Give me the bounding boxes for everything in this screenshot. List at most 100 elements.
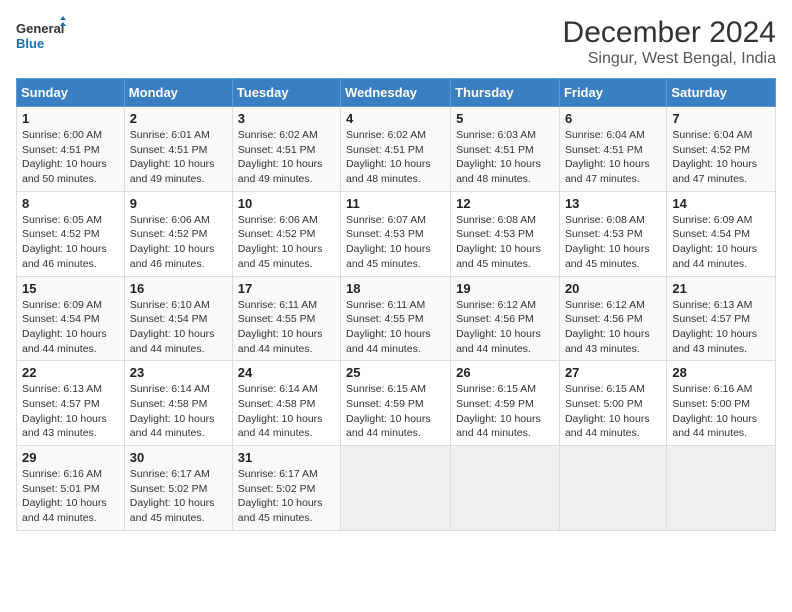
day-detail: Sunrise: 6:12 AM Sunset: 4:56 PM Dayligh… <box>456 298 554 357</box>
calendar-cell: 27 Sunrise: 6:15 AM Sunset: 5:00 PM Dayl… <box>559 361 666 446</box>
day-detail: Sunrise: 6:11 AM Sunset: 4:55 PM Dayligh… <box>238 298 335 357</box>
day-detail: Sunrise: 6:13 AM Sunset: 4:57 PM Dayligh… <box>22 382 119 441</box>
page-subtitle: Singur, West Bengal, India <box>563 50 776 68</box>
day-number: 1 <box>22 111 119 126</box>
day-detail: Sunrise: 6:08 AM Sunset: 4:53 PM Dayligh… <box>565 213 661 272</box>
calendar-cell: 7 Sunrise: 6:04 AM Sunset: 4:52 PM Dayli… <box>667 107 776 192</box>
header-wednesday: Wednesday <box>341 79 451 107</box>
calendar-cell: 10 Sunrise: 6:06 AM Sunset: 4:52 PM Dayl… <box>232 191 340 276</box>
day-number: 25 <box>346 365 445 380</box>
day-detail: Sunrise: 6:03 AM Sunset: 4:51 PM Dayligh… <box>456 128 554 187</box>
day-detail: Sunrise: 6:09 AM Sunset: 4:54 PM Dayligh… <box>672 213 770 272</box>
day-detail: Sunrise: 6:15 AM Sunset: 5:00 PM Dayligh… <box>565 382 661 441</box>
calendar-cell: 9 Sunrise: 6:06 AM Sunset: 4:52 PM Dayli… <box>124 191 232 276</box>
calendar-cell: 24 Sunrise: 6:14 AM Sunset: 4:58 PM Dayl… <box>232 361 340 446</box>
calendar-cell: 6 Sunrise: 6:04 AM Sunset: 4:51 PM Dayli… <box>559 107 666 192</box>
calendar-cell: 20 Sunrise: 6:12 AM Sunset: 4:56 PM Dayl… <box>559 276 666 361</box>
day-detail: Sunrise: 6:04 AM Sunset: 4:52 PM Dayligh… <box>672 128 770 187</box>
calendar-cell: 30 Sunrise: 6:17 AM Sunset: 5:02 PM Dayl… <box>124 446 232 531</box>
day-number: 30 <box>130 450 227 465</box>
day-number: 19 <box>456 281 554 296</box>
day-number: 6 <box>565 111 661 126</box>
header-saturday: Saturday <box>667 79 776 107</box>
day-number: 5 <box>456 111 554 126</box>
day-detail: Sunrise: 6:16 AM Sunset: 5:00 PM Dayligh… <box>672 382 770 441</box>
day-number: 2 <box>130 111 227 126</box>
calendar-cell: 28 Sunrise: 6:16 AM Sunset: 5:00 PM Dayl… <box>667 361 776 446</box>
calendar-week-5: 29 Sunrise: 6:16 AM Sunset: 5:01 PM Dayl… <box>17 446 776 531</box>
calendar-header-row: Sunday Monday Tuesday Wednesday Thursday… <box>17 79 776 107</box>
day-detail: Sunrise: 6:02 AM Sunset: 4:51 PM Dayligh… <box>346 128 445 187</box>
day-detail: Sunrise: 6:15 AM Sunset: 4:59 PM Dayligh… <box>346 382 445 441</box>
day-number: 14 <box>672 196 770 211</box>
calendar-cell: 8 Sunrise: 6:05 AM Sunset: 4:52 PM Dayli… <box>17 191 125 276</box>
calendar-week-2: 8 Sunrise: 6:05 AM Sunset: 4:52 PM Dayli… <box>17 191 776 276</box>
day-detail: Sunrise: 6:14 AM Sunset: 4:58 PM Dayligh… <box>238 382 335 441</box>
day-number: 27 <box>565 365 661 380</box>
calendar-cell <box>341 446 451 531</box>
calendar-cell <box>451 446 560 531</box>
day-number: 26 <box>456 365 554 380</box>
day-detail: Sunrise: 6:15 AM Sunset: 4:59 PM Dayligh… <box>456 382 554 441</box>
day-number: 7 <box>672 111 770 126</box>
calendar-cell: 1 Sunrise: 6:00 AM Sunset: 4:51 PM Dayli… <box>17 107 125 192</box>
calendar-cell: 21 Sunrise: 6:13 AM Sunset: 4:57 PM Dayl… <box>667 276 776 361</box>
day-detail: Sunrise: 6:05 AM Sunset: 4:52 PM Dayligh… <box>22 213 119 272</box>
day-number: 23 <box>130 365 227 380</box>
calendar-cell: 18 Sunrise: 6:11 AM Sunset: 4:55 PM Dayl… <box>341 276 451 361</box>
day-number: 15 <box>22 281 119 296</box>
day-detail: Sunrise: 6:12 AM Sunset: 4:56 PM Dayligh… <box>565 298 661 357</box>
calendar-cell: 22 Sunrise: 6:13 AM Sunset: 4:57 PM Dayl… <box>17 361 125 446</box>
day-number: 24 <box>238 365 335 380</box>
day-detail: Sunrise: 6:01 AM Sunset: 4:51 PM Dayligh… <box>130 128 227 187</box>
day-detail: Sunrise: 6:08 AM Sunset: 4:53 PM Dayligh… <box>456 213 554 272</box>
calendar-week-3: 15 Sunrise: 6:09 AM Sunset: 4:54 PM Dayl… <box>17 276 776 361</box>
calendar-cell: 26 Sunrise: 6:15 AM Sunset: 4:59 PM Dayl… <box>451 361 560 446</box>
day-detail: Sunrise: 6:06 AM Sunset: 4:52 PM Dayligh… <box>238 213 335 272</box>
calendar-week-1: 1 Sunrise: 6:00 AM Sunset: 4:51 PM Dayli… <box>17 107 776 192</box>
calendar-cell: 23 Sunrise: 6:14 AM Sunset: 4:58 PM Dayl… <box>124 361 232 446</box>
day-number: 3 <box>238 111 335 126</box>
day-detail: Sunrise: 6:07 AM Sunset: 4:53 PM Dayligh… <box>346 213 445 272</box>
day-number: 22 <box>22 365 119 380</box>
day-number: 21 <box>672 281 770 296</box>
svg-text:Blue: Blue <box>16 36 44 51</box>
day-detail: Sunrise: 6:09 AM Sunset: 4:54 PM Dayligh… <box>22 298 119 357</box>
calendar-cell: 12 Sunrise: 6:08 AM Sunset: 4:53 PM Dayl… <box>451 191 560 276</box>
calendar-week-4: 22 Sunrise: 6:13 AM Sunset: 4:57 PM Dayl… <box>17 361 776 446</box>
calendar-cell: 29 Sunrise: 6:16 AM Sunset: 5:01 PM Dayl… <box>17 446 125 531</box>
header-friday: Friday <box>559 79 666 107</box>
title-block: December 2024 Singur, West Bengal, India <box>563 16 776 68</box>
day-detail: Sunrise: 6:06 AM Sunset: 4:52 PM Dayligh… <box>130 213 227 272</box>
day-detail: Sunrise: 6:04 AM Sunset: 4:51 PM Dayligh… <box>565 128 661 187</box>
page-header: General Blue December 2024 Singur, West … <box>16 16 776 68</box>
header-thursday: Thursday <box>451 79 560 107</box>
header-tuesday: Tuesday <box>232 79 340 107</box>
day-detail: Sunrise: 6:13 AM Sunset: 4:57 PM Dayligh… <box>672 298 770 357</box>
day-number: 12 <box>456 196 554 211</box>
day-detail: Sunrise: 6:16 AM Sunset: 5:01 PM Dayligh… <box>22 467 119 526</box>
day-number: 17 <box>238 281 335 296</box>
day-number: 29 <box>22 450 119 465</box>
calendar-cell <box>667 446 776 531</box>
day-detail: Sunrise: 6:10 AM Sunset: 4:54 PM Dayligh… <box>130 298 227 357</box>
page-title: December 2024 <box>563 16 776 50</box>
calendar-cell: 14 Sunrise: 6:09 AM Sunset: 4:54 PM Dayl… <box>667 191 776 276</box>
day-number: 9 <box>130 196 227 211</box>
day-detail: Sunrise: 6:14 AM Sunset: 4:58 PM Dayligh… <box>130 382 227 441</box>
header-sunday: Sunday <box>17 79 125 107</box>
day-number: 11 <box>346 196 445 211</box>
day-number: 31 <box>238 450 335 465</box>
svg-text:General: General <box>16 21 64 36</box>
calendar-cell: 19 Sunrise: 6:12 AM Sunset: 4:56 PM Dayl… <box>451 276 560 361</box>
day-detail: Sunrise: 6:11 AM Sunset: 4:55 PM Dayligh… <box>346 298 445 357</box>
day-number: 10 <box>238 196 335 211</box>
calendar-cell: 17 Sunrise: 6:11 AM Sunset: 4:55 PM Dayl… <box>232 276 340 361</box>
day-detail: Sunrise: 6:17 AM Sunset: 5:02 PM Dayligh… <box>238 467 335 526</box>
day-number: 28 <box>672 365 770 380</box>
day-number: 8 <box>22 196 119 211</box>
calendar-cell: 31 Sunrise: 6:17 AM Sunset: 5:02 PM Dayl… <box>232 446 340 531</box>
calendar-cell: 4 Sunrise: 6:02 AM Sunset: 4:51 PM Dayli… <box>341 107 451 192</box>
calendar-cell: 15 Sunrise: 6:09 AM Sunset: 4:54 PM Dayl… <box>17 276 125 361</box>
day-detail: Sunrise: 6:02 AM Sunset: 4:51 PM Dayligh… <box>238 128 335 187</box>
